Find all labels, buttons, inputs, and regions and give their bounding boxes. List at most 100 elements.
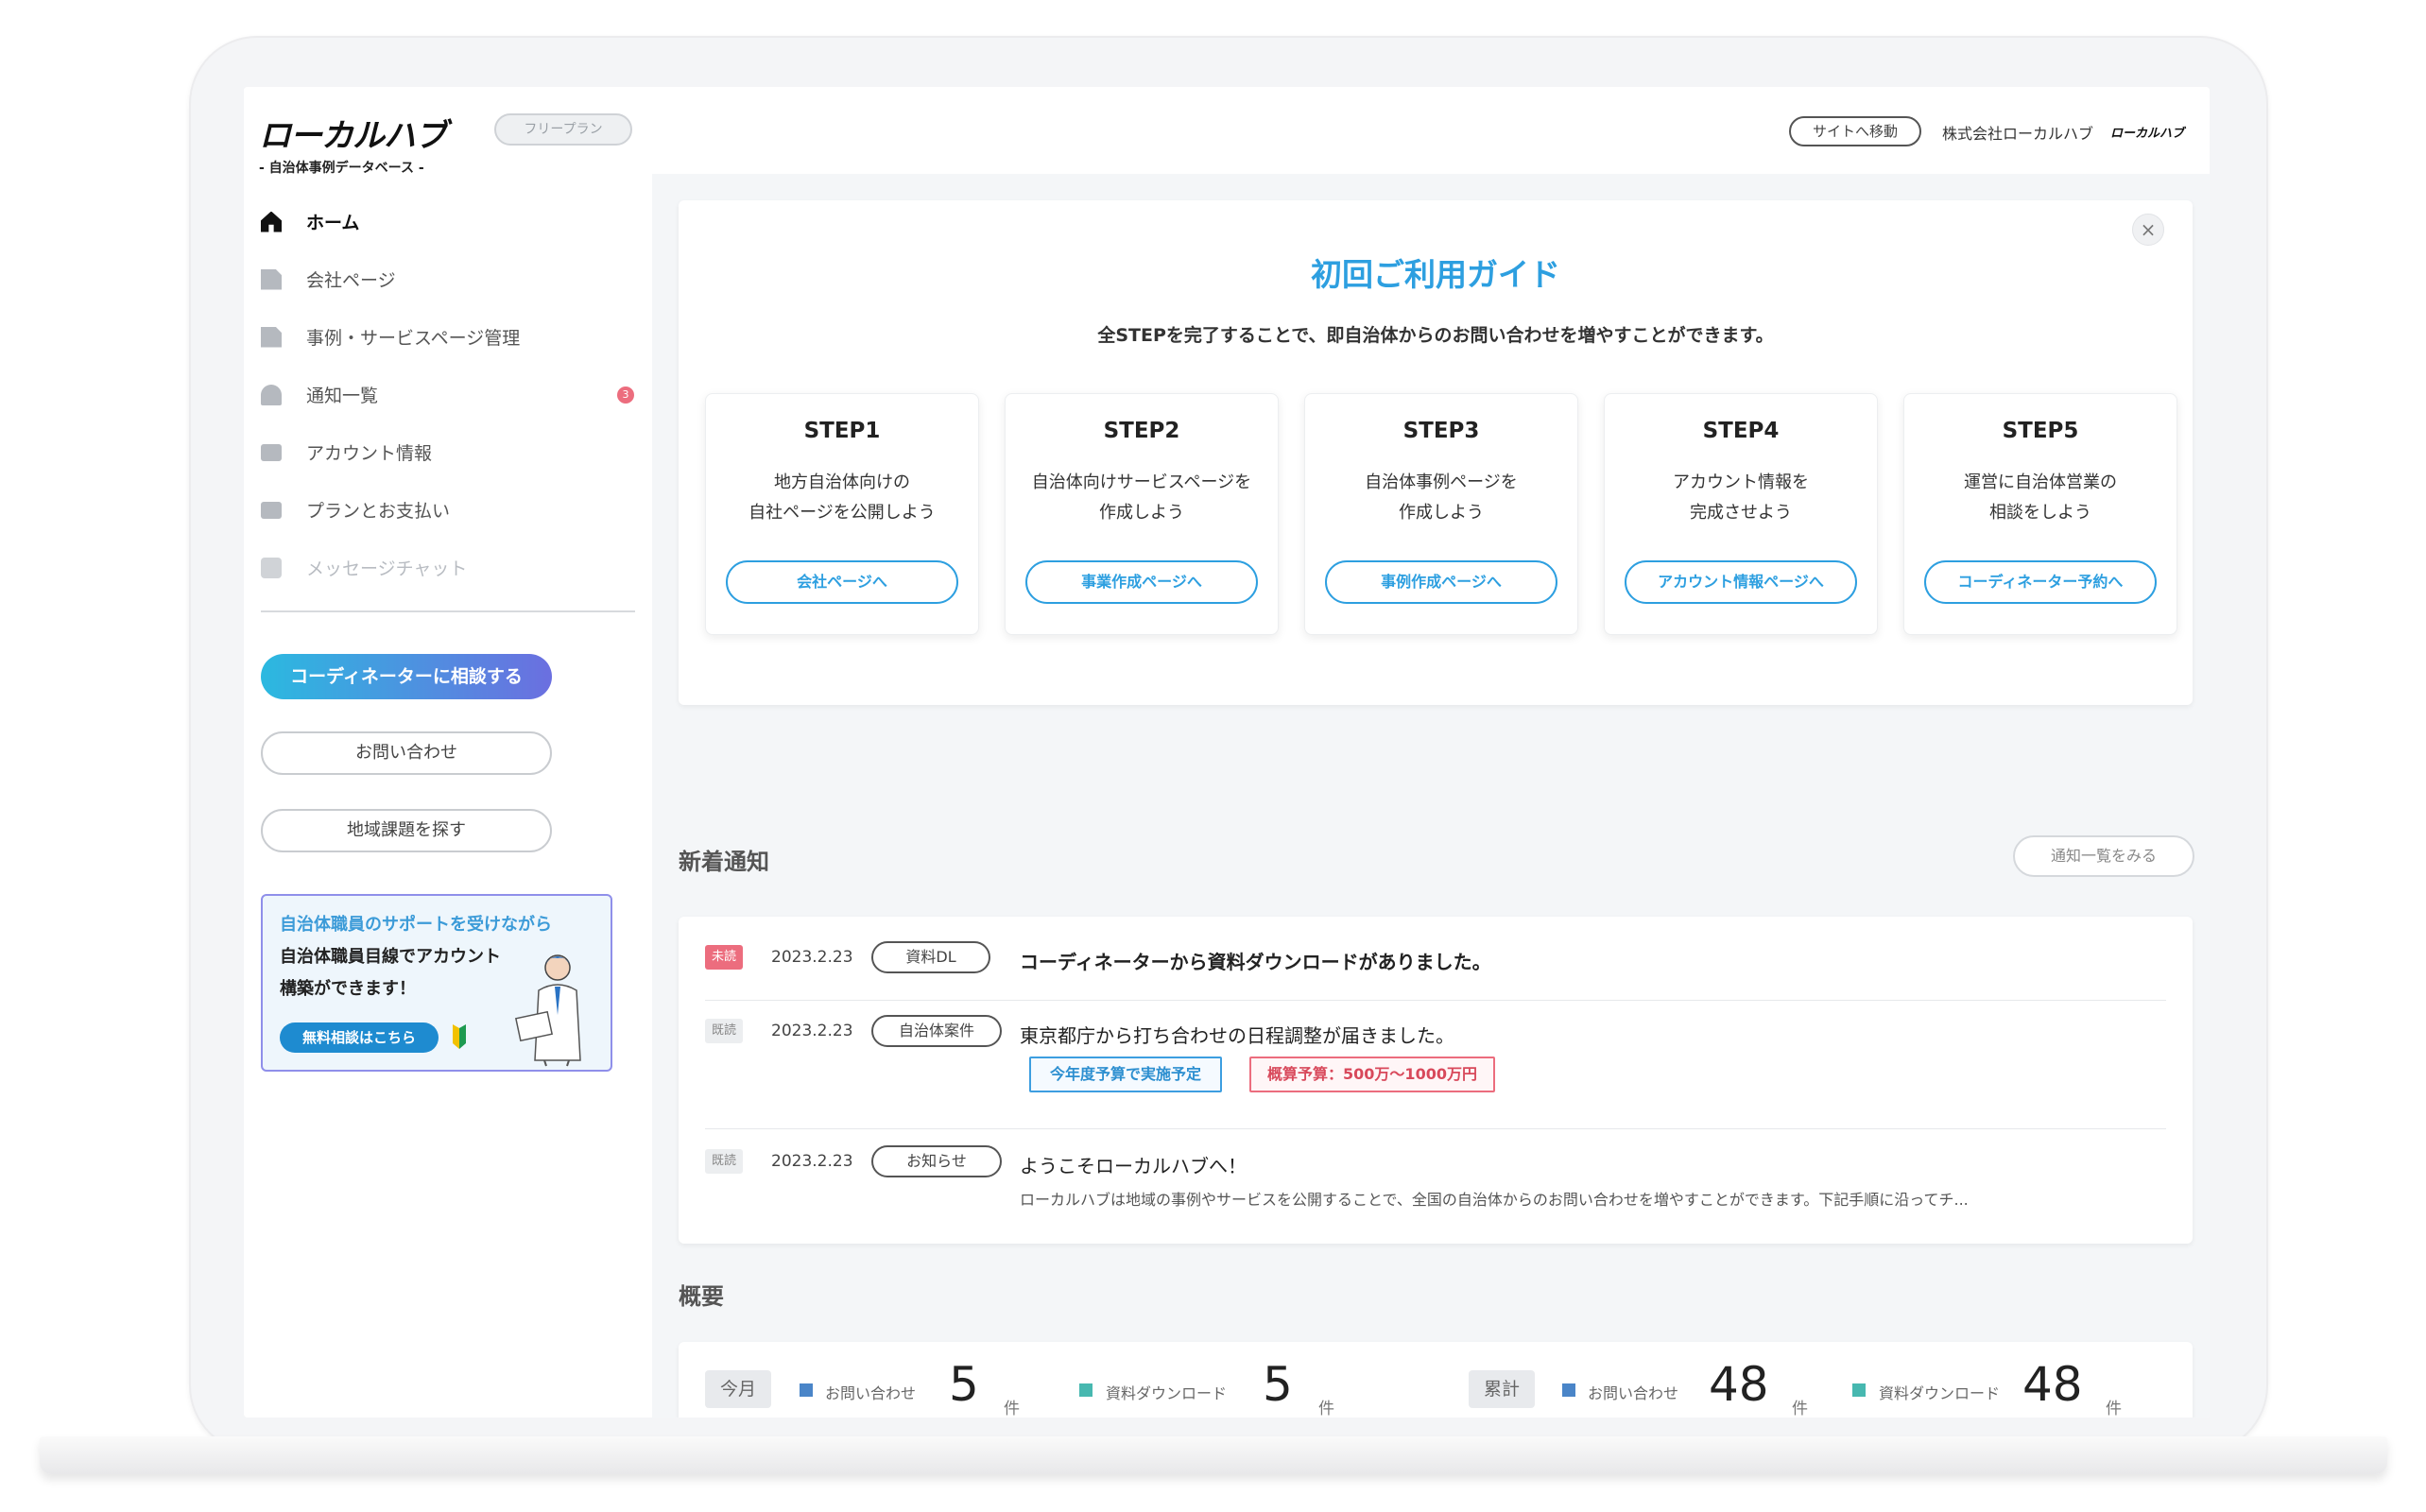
notification-excerpt: ローカルハブは地域の事例やサービスを公開することで、全国の自治体からのお問い合わ…: [1020, 1191, 1969, 1209]
step-description: 地方自治体向けの 自社ページを公開しよう: [706, 468, 978, 528]
step2-service-create-button[interactable]: 事業作成ページへ: [1025, 560, 1258, 604]
go-to-site-button[interactable]: サイトへ移動: [1789, 116, 1921, 146]
notification-row[interactable]: 未読 2023.2.23 資料DL コーディネーターから資料ダウンロードがありま…: [705, 941, 2166, 983]
step3-case-create-button[interactable]: 事例作成ページへ: [1325, 560, 1557, 604]
downloads-label: 資料ダウンロード: [1106, 1384, 1228, 1402]
company-name[interactable]: 株式会社ローカルハブ: [1942, 121, 2093, 144]
step-desc-line: 自社ページを公開しよう: [748, 503, 936, 523]
row-divider: [705, 1000, 2166, 1001]
this-month-label: 今月: [705, 1370, 771, 1408]
read-tag: 既読: [705, 1149, 743, 1174]
inquiries-legend-icon: [1562, 1383, 1575, 1397]
chat-icon: [261, 557, 282, 578]
notification-date: 2023.2.23: [771, 1152, 853, 1171]
beginner-mark-icon: [453, 1024, 466, 1049]
count-unit: 件: [2106, 1400, 2122, 1418]
notification-text: ようこそローカルハブへ！: [1020, 1155, 1247, 1177]
close-guide-button[interactable]: ×: [2132, 214, 2164, 246]
sidebar-item-label: 通知一覧: [306, 386, 379, 406]
step4-account-info-button[interactable]: アカウント情報ページへ: [1625, 560, 1857, 604]
count-unit: 件: [1318, 1400, 1334, 1418]
unread-tag: 未読: [705, 945, 743, 970]
app-screen: ローカルハブ - 自治体事例データベース - フリープラン サイトへ移動 株式会…: [244, 87, 2210, 1418]
inquiries-label: お問い合わせ: [825, 1384, 917, 1402]
month-inquiries-count: 5: [949, 1357, 979, 1412]
step-desc-line: アカウント情報を: [1673, 472, 1809, 492]
sidebar-item-notifications[interactable]: 通知一覧 3: [261, 366, 634, 423]
total-inquiries-count: 48: [1709, 1357, 1769, 1412]
top-header: ローカルハブ - 自治体事例データベース - フリープラン サイトへ移動 株式会…: [244, 87, 2210, 177]
sidebar-divider: [261, 610, 635, 612]
estimated-budget-chip: 概算予算：500万〜1000万円: [1249, 1057, 1495, 1092]
step-desc-line: 相談をしよう: [1989, 503, 2091, 523]
step1-company-page-button[interactable]: 会社ページへ: [726, 560, 958, 604]
sidebar-item-billing[interactable]: プランとお支払い: [261, 481, 634, 539]
step-desc-line: 作成しよう: [1399, 503, 1484, 523]
count-unit: 件: [1004, 1400, 1020, 1418]
step-description: アカウント情報を 完成させよう: [1605, 468, 1877, 528]
logo-title: ローカルハブ: [259, 117, 447, 155]
sidebar-nav: ホーム 会社ページ 事例・サービスページ管理 通知一覧 3 アカウント情報 プラ…: [261, 193, 634, 596]
step-desc-line: 作成しよう: [1099, 503, 1184, 523]
notification-count-badge: 3: [617, 387, 634, 404]
step-description: 自治体向けサービスページを 作成しよう: [1006, 468, 1278, 528]
sidebar: ホーム 会社ページ 事例・サービスページ管理 通知一覧 3 アカウント情報 プラ…: [244, 174, 650, 1418]
sidebar-item-label: メッセージチャット: [306, 558, 468, 579]
step-title: STEP4: [1702, 419, 1780, 443]
step-description: 運営に自治体営業の 相談をしよう: [1904, 468, 2177, 528]
plan-badge: フリープラン: [494, 113, 632, 146]
step-desc-line: 自治体向けサービスページを: [1031, 472, 1252, 492]
view-all-notifications-button[interactable]: 通知一覧をみる: [2013, 835, 2194, 877]
step-card-4: STEP4 アカウント情報を 完成させよう アカウント情報ページへ: [1604, 393, 1878, 635]
notification-row[interactable]: 既読 2023.2.23 自治体案件 東京都庁から打ち合わせの日程調整が届きまし…: [705, 1015, 2166, 1104]
total-label: 累計: [1469, 1370, 1535, 1408]
notification-category: 自治体案件: [871, 1015, 1002, 1047]
notification-category: お知らせ: [871, 1145, 1002, 1177]
step-title: STEP2: [1103, 419, 1180, 443]
guide-title: 初回ご利用ガイド: [1311, 256, 1560, 293]
notification-text: コーディネーターから資料ダウンロードがありました。: [1020, 951, 1491, 973]
downloads-legend-icon: [1852, 1383, 1866, 1397]
notification-date: 2023.2.23: [771, 1022, 853, 1040]
staff-illustration: [514, 954, 581, 1067]
step-card-3: STEP3 自治体事例ページを 作成しよう 事例作成ページへ: [1304, 393, 1578, 635]
budget-status-chip: 今年度予算で実施予定: [1029, 1057, 1222, 1092]
notification-date: 2023.2.23: [771, 948, 853, 967]
notifications-section-title: 新着通知: [679, 849, 769, 875]
step-card-1: STEP1 地方自治体向けの 自社ページを公開しよう 会社ページへ: [705, 393, 979, 635]
first-use-guide-card: × 初回ご利用ガイド 全STEPを完了することで、即自治体からのお問い合わせを増…: [679, 200, 2193, 705]
promo-text: 構築ができます！: [280, 979, 416, 999]
free-consultation-button[interactable]: 無料相談はこちら: [280, 1022, 439, 1053]
sidebar-item-label: プランとお支払い: [306, 501, 451, 522]
step5-coordinator-booking-button[interactable]: コーディネーター予約へ: [1924, 560, 2157, 604]
id-card-icon: [261, 443, 282, 461]
step-description: 自治体事例ページを 作成しよう: [1305, 468, 1577, 528]
bell-icon: [261, 384, 282, 405]
sidebar-item-label: 事例・サービスページ管理: [306, 328, 521, 349]
sidebar-item-label: ホーム: [306, 213, 360, 233]
month-downloads-count: 5: [1263, 1357, 1293, 1412]
downloads-legend-icon: [1079, 1383, 1093, 1397]
sidebar-item-home[interactable]: ホーム: [261, 193, 634, 250]
app-logo[interactable]: ローカルハブ - 自治体事例データベース -: [259, 110, 447, 177]
support-promo-banner[interactable]: 自治体職員のサポートを受けながら 自治体職員目線でアカウント 構築ができます！ …: [261, 894, 612, 1072]
count-unit: 件: [1792, 1400, 1808, 1418]
notification-row[interactable]: 既読 2023.2.23 お知らせ ようこそローカルハブへ！ ローカルハブは地域…: [705, 1145, 2166, 1225]
contact-button[interactable]: お問い合わせ: [261, 731, 552, 775]
sidebar-item-account[interactable]: アカウント情報: [261, 423, 634, 481]
total-downloads-count: 48: [2022, 1357, 2083, 1412]
sidebar-item-company-page[interactable]: 会社ページ: [261, 250, 634, 308]
step-desc-line: 地方自治体向けの: [774, 472, 910, 492]
notifications-card: 未読 2023.2.23 資料DL コーディネーターから資料ダウンロードがありま…: [679, 917, 2193, 1244]
step-title: STEP5: [2002, 419, 2079, 443]
credit-card-icon: [261, 501, 282, 519]
row-divider: [705, 1128, 2166, 1129]
sidebar-item-label: アカウント情報: [306, 443, 433, 464]
company-logo[interactable]: ローカルハブ: [2110, 123, 2184, 141]
sidebar-item-case-service[interactable]: 事例・サービスページ管理: [261, 308, 634, 366]
search-regional-issues-button[interactable]: 地域課題を探す: [261, 809, 552, 852]
read-tag: 既読: [705, 1019, 743, 1043]
consult-coordinator-button[interactable]: コーディネーターに相談する: [261, 654, 552, 699]
device-base: [40, 1436, 2387, 1474]
step-desc-line: 自治体事例ページを: [1365, 472, 1518, 492]
